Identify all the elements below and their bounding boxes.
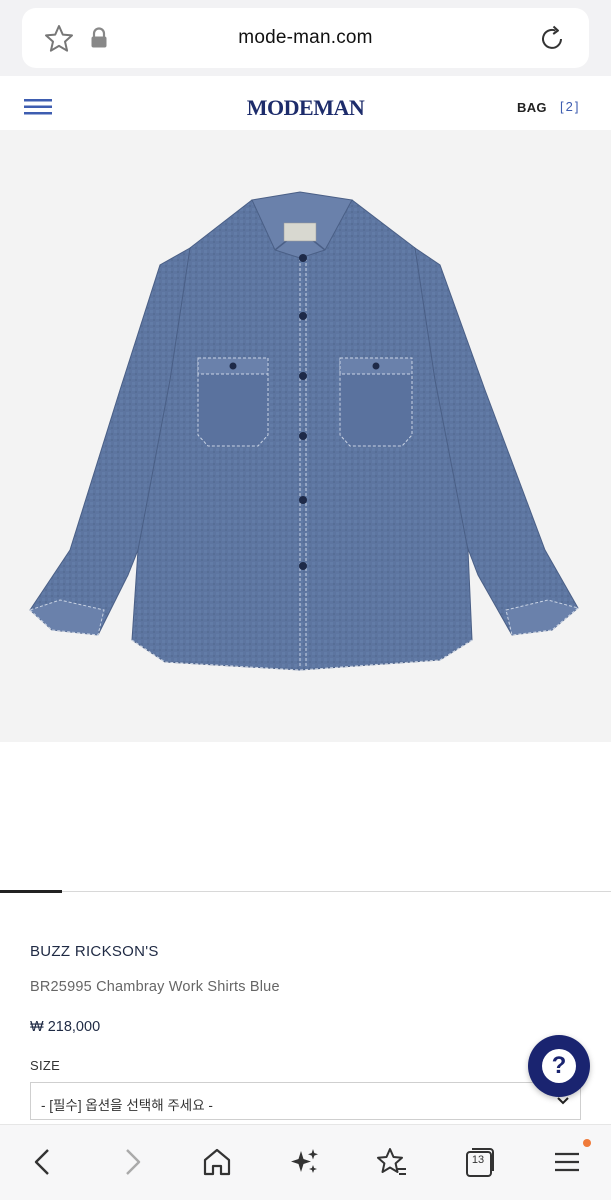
product-price: ₩ 218,000 — [30, 1019, 101, 1035]
notification-dot — [583, 1139, 591, 1147]
forward-icon[interactable] — [115, 1145, 149, 1179]
browser-toolbar: mode-man.com — [0, 0, 611, 76]
size-label: SIZE — [30, 1058, 61, 1073]
reload-icon[interactable] — [535, 22, 569, 56]
bag-link[interactable]: BAG — [517, 100, 547, 115]
gallery-indicator-active — [0, 890, 62, 893]
tabs-icon[interactable]: 13 — [463, 1145, 497, 1179]
url-text[interactable]: mode-man.com — [22, 27, 589, 49]
size-select-value: - [필수] 옵션을 선택해 주세요 - — [41, 1098, 213, 1113]
help-button[interactable]: ? — [528, 1035, 590, 1097]
address-bar[interactable]: mode-man.com — [22, 8, 589, 68]
size-select[interactable]: - [필수] 옵션을 선택해 주세요 - — [30, 1082, 581, 1120]
product-brand[interactable]: BUZZ RICKSON'S — [30, 943, 159, 960]
question-icon: ? — [542, 1049, 576, 1083]
menu-icon[interactable] — [550, 1145, 584, 1179]
chevron-down-icon — [557, 1097, 569, 1105]
gallery-indicator-track — [0, 891, 611, 892]
bookmark-star-icon[interactable] — [375, 1145, 409, 1179]
browser-bottom-bar: 13 — [0, 1124, 611, 1200]
product-name: BR25995 Chambray Work Shirts Blue — [30, 979, 280, 995]
back-icon[interactable] — [26, 1145, 60, 1179]
product-image[interactable] — [0, 130, 611, 742]
product-page: mode-man.com MODEMAN BAG [2] BUZZ RICKSO… — [0, 0, 611, 1200]
sparkle-icon[interactable] — [288, 1145, 322, 1179]
tab-count: 13 — [471, 1154, 485, 1166]
bag-count-badge[interactable]: [2] — [560, 99, 580, 114]
shirt-illustration — [29, 191, 580, 671]
site-header: MODEMAN BAG [2] — [0, 76, 611, 130]
home-icon[interactable] — [200, 1145, 234, 1179]
